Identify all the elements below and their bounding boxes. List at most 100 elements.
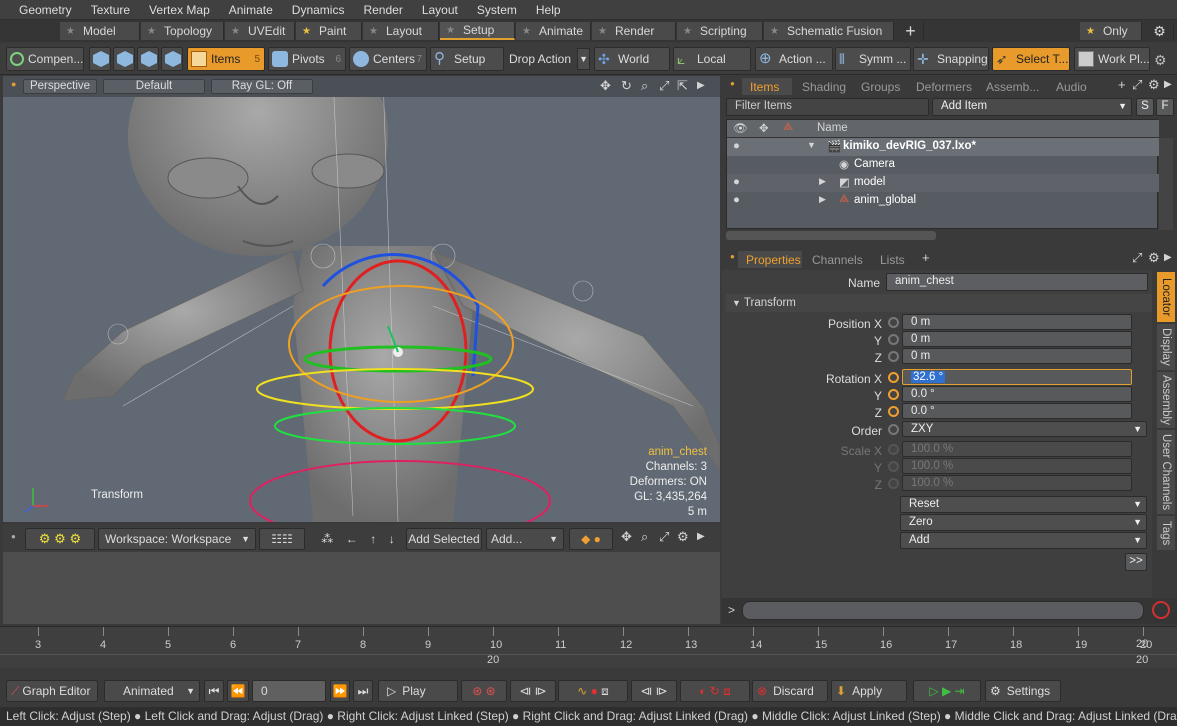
edge-mode-button[interactable] (113, 47, 135, 71)
side-tab-assembly[interactable]: Assembly (1157, 372, 1175, 428)
schematic-panel[interactable]: ● ⚙ ⚙ ⚙ Workspace: Workspace ▼ ☷☷ ⁂ ← ↑ ↓ Ad… (3, 524, 720, 624)
rotation-y-field[interactable]: 0.0 ° (902, 386, 1132, 402)
graph-editor-button[interactable]: ⟋ Graph Editor (6, 680, 98, 702)
layout-tab-scripting[interactable]: ★ Scripting (677, 22, 763, 40)
reset-dropdown[interactable]: Reset ▼ (900, 496, 1147, 513)
maximize-icon[interactable]: ⤢ (1132, 77, 1142, 93)
settings-button[interactable]: ⚙ Settings (985, 680, 1061, 702)
auto-key-buttons[interactable]: ⊛ ⊛ (461, 680, 507, 702)
menu-animate[interactable]: Animate (229, 3, 273, 17)
items-list[interactable]: 👁 ✥ ⟁ Name ● ▼ 🎬 kimiko_devRIG_037.lxo* ◉ Ca… (726, 119, 1159, 229)
eye-icon[interactable]: ● (733, 176, 740, 188)
add-layout-tab-button[interactable]: + (898, 21, 924, 41)
items-horizontal-scrollbar[interactable] (726, 231, 936, 240)
menu-geometry[interactable]: Geometry (19, 3, 72, 17)
key-edit-buttons[interactable]: ◐ ↻ ⧈ (680, 680, 750, 702)
position-x-key[interactable] (888, 317, 899, 328)
more-options-button[interactable]: >> (1125, 553, 1147, 571)
add-tab-icon[interactable]: + (922, 250, 930, 265)
side-tab-user-channels[interactable]: User Channels (1157, 430, 1175, 514)
command-input[interactable] (742, 601, 1144, 620)
order-key[interactable] (888, 424, 899, 435)
tab-items[interactable]: Items (742, 78, 792, 95)
world-space-button[interactable]: ✣ World (594, 47, 670, 71)
perspective-view-button[interactable]: Perspective (23, 79, 97, 94)
layout-tab-uvedit[interactable]: ★ UVEdit (225, 22, 295, 40)
side-tab-display[interactable]: Display (1157, 324, 1175, 370)
expand-arrow-icon[interactable]: ▶ (1164, 252, 1172, 263)
expand-arrow-icon[interactable]: ▶ (697, 531, 705, 542)
component-mode-button[interactable]: Compen... (6, 47, 84, 71)
eye-icon[interactable]: ● (733, 194, 740, 206)
layout-tab-schematic-fusion[interactable]: ★ Schematic Fusion (764, 22, 894, 40)
add-selected-button[interactable]: Add Selected (406, 528, 482, 550)
position-z-key[interactable] (888, 351, 899, 362)
rotate-view-icon[interactable]: ↻ (621, 78, 632, 94)
workspace-dropdown[interactable]: Workspace: Workspace ▼ (98, 528, 256, 550)
layout-tab-model[interactable]: ★ Model (60, 22, 140, 40)
gear-icon[interactable]: ⚙ (677, 529, 689, 545)
tab-lists[interactable]: Lists (872, 251, 914, 268)
expand-arrow-icon[interactable]: ▼ (807, 140, 816, 150)
menu-system[interactable]: System (477, 3, 517, 17)
vertex-mode-button[interactable] (89, 47, 111, 71)
pan-icon[interactable]: ✥ (600, 78, 611, 94)
layout-settings-button[interactable]: ⚙ (1146, 22, 1174, 40)
animated-dropdown[interactable]: Animated ▼ (104, 680, 200, 702)
rotation-z-key[interactable] (888, 406, 899, 417)
items-scrollbar[interactable] (1159, 138, 1173, 230)
expand-arrow-icon[interactable]: ▶ (1164, 79, 1172, 90)
play-button[interactable]: ▷ Play (378, 680, 458, 702)
add-node-dropdown[interactable]: Add... ▼ (486, 528, 564, 550)
record-macro-icon[interactable] (1152, 601, 1170, 619)
menu-layout[interactable]: Layout (422, 3, 458, 17)
tab-channels[interactable]: Channels (804, 251, 863, 268)
tab-groups[interactable]: Groups (853, 78, 903, 95)
fit-view-icon[interactable]: ⤢ (659, 529, 669, 545)
layout-only-toggle[interactable]: ★ Only (1080, 22, 1142, 40)
side-tab-tags[interactable]: Tags (1157, 516, 1175, 550)
playback-buttons[interactable]: ▷ ▶ ⇥ (913, 680, 981, 702)
timeline[interactable]: 3 4 5 6 7 8 9 10 11 12 13 14 15 16 17 18 19 20 20 20 20 (0, 626, 1177, 668)
action-center-button[interactable]: ⊕ Action ... (755, 47, 833, 71)
3d-viewport[interactable]: ● Perspective Default Ray GL: Off ✥ ↻ ⌕ … (3, 76, 720, 522)
layout-tab-topology[interactable]: ★ Topology (141, 22, 224, 40)
work-plane-button[interactable]: Work Pl... (1074, 47, 1150, 71)
discard-button[interactable]: ⊗ Discard (752, 680, 828, 702)
rotation-x-field[interactable]: 32.6 ° (902, 369, 1132, 385)
default-style-button[interactable]: Default (103, 79, 205, 94)
pan-icon[interactable]: ✥ (621, 529, 632, 545)
material-mode-button[interactable] (161, 47, 183, 71)
maximize-icon[interactable]: ⤢ (1132, 250, 1142, 266)
ray-gl-button[interactable]: Ray GL: Off (211, 79, 313, 94)
zoom-icon[interactable]: ⌕ (641, 78, 648, 94)
snapping-button[interactable]: ✛ Snapping (913, 47, 989, 71)
gear-icon[interactable]: ⚙ (1148, 77, 1160, 93)
rotation-y-key[interactable] (888, 389, 899, 400)
list-item[interactable]: ● ▶ ⟁ anim_global (727, 192, 1159, 210)
tab-audio[interactable]: Audio (1048, 78, 1098, 95)
menu-dynamics[interactable]: Dynamics (292, 3, 345, 17)
rotation-order-dropdown[interactable]: ZXY ▼ (902, 421, 1147, 437)
setup-mode-button[interactable]: ⚲ Setup (430, 47, 504, 71)
add-tab-icon[interactable]: + (1118, 77, 1126, 92)
previous-key-button[interactable]: ⏪ (227, 680, 249, 702)
tab-assembly[interactable]: Assemb... (978, 78, 1046, 95)
go-to-end-button[interactable]: ⏭ (353, 680, 373, 702)
expand-arrow-icon[interactable]: ▶ (819, 194, 826, 205)
layout-tab-layout[interactable]: ★ Layout (363, 22, 439, 40)
navigation-arrows[interactable]: ⁂ ← ↑ ↓ (315, 528, 401, 550)
select-through-button[interactable]: ➶ Select T... (992, 47, 1070, 71)
eye-icon[interactable]: ● (733, 140, 740, 152)
polygon-mode-button[interactable] (137, 47, 159, 71)
menu-vertex-map[interactable]: Vertex Map (149, 3, 210, 17)
filter-items-input[interactable]: Filter Items (726, 98, 929, 116)
position-z-field[interactable]: 0 m (902, 348, 1132, 364)
menu-help[interactable]: Help (536, 3, 561, 17)
layout-tab-setup[interactable]: ★ Setup (440, 22, 515, 40)
rotation-x-key[interactable] (888, 372, 899, 383)
current-frame-input[interactable]: 0 (252, 680, 326, 702)
zoom-icon[interactable]: ⌕ (641, 529, 648, 545)
item-name-input[interactable]: anim_chest (886, 273, 1148, 291)
list-item[interactable]: ● ▶ ◩ model (727, 174, 1159, 192)
